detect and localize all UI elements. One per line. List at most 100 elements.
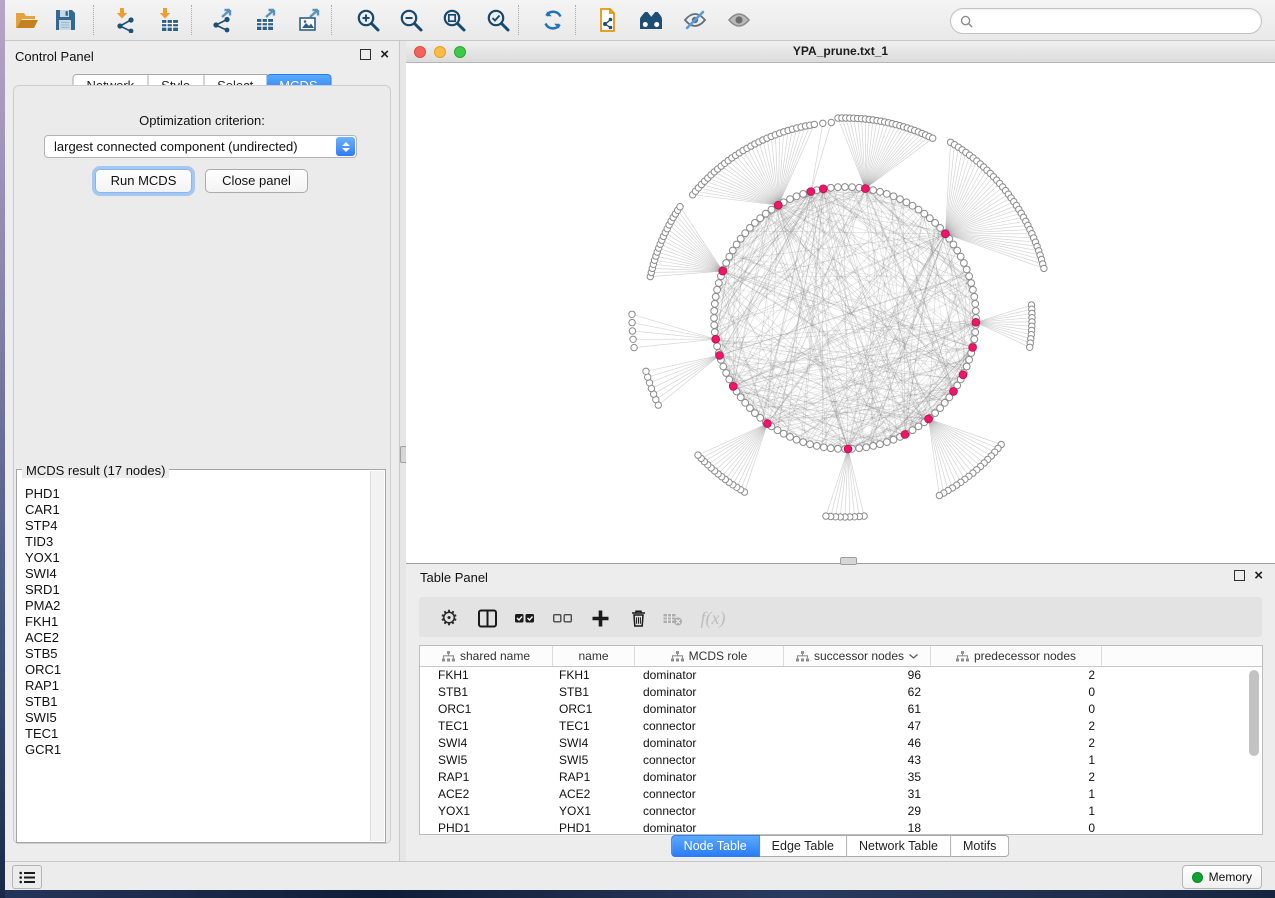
table-row[interactable]: SWI4SWI4dominator462 xyxy=(420,735,1262,752)
network-node[interactable] xyxy=(711,329,718,336)
network-node[interactable] xyxy=(835,445,842,452)
network-node[interactable] xyxy=(966,273,973,280)
network-node[interactable] xyxy=(793,436,800,443)
mcds-result-item[interactable]: PHD1 xyxy=(25,486,385,502)
network-node[interactable] xyxy=(870,443,877,450)
network-node[interactable] xyxy=(890,193,897,200)
select-all-icon[interactable] xyxy=(512,606,536,630)
table-row[interactable]: STB1STB1dominator620 xyxy=(420,684,1262,701)
network-node[interactable] xyxy=(870,187,877,194)
network-node[interactable] xyxy=(677,204,683,210)
network-node[interactable] xyxy=(716,352,724,360)
network-node[interactable] xyxy=(828,119,834,125)
mcds-result-scrollbar[interactable] xyxy=(370,471,384,841)
show-all-icon[interactable] xyxy=(725,6,753,34)
network-node[interactable] xyxy=(961,260,968,267)
column-header-predecessor-nodes[interactable]: predecessor nodes xyxy=(931,646,1102,666)
tab-motifs[interactable]: Motifs xyxy=(951,835,1009,857)
memory-button[interactable]: Memory xyxy=(1182,865,1262,889)
table-row[interactable]: TEC1TEC1connector472 xyxy=(420,718,1262,735)
import-network-icon[interactable] xyxy=(111,6,139,34)
table-row[interactable]: ORC1ORC1dominator610 xyxy=(420,701,1262,718)
network-node[interactable] xyxy=(823,513,829,519)
network-window-titlebar[interactable]: YPA_prune.txt_1 xyxy=(406,41,1275,63)
network-node[interactable] xyxy=(827,445,834,452)
network-node[interactable] xyxy=(820,444,827,451)
network-node[interactable] xyxy=(925,415,933,423)
optimization-criterion-select[interactable]: largest connected component (undirected) xyxy=(44,135,357,158)
show-columns-icon[interactable] xyxy=(475,606,499,630)
network-node[interactable] xyxy=(715,280,722,287)
network-node[interactable] xyxy=(720,363,727,370)
network-node[interactable] xyxy=(971,293,978,300)
network-node[interactable] xyxy=(807,441,814,448)
table-row[interactable]: YOX1YOX1connector291 xyxy=(420,803,1262,820)
mcds-result-item[interactable]: CAR1 xyxy=(25,502,385,518)
network-node[interactable] xyxy=(972,300,979,307)
network-node[interactable] xyxy=(813,443,820,450)
network-node[interactable] xyxy=(959,371,967,379)
network-node[interactable] xyxy=(877,441,884,448)
network-node[interactable] xyxy=(1027,344,1033,350)
mcds-result-item[interactable]: YOX1 xyxy=(25,550,385,566)
show-panels-list-button[interactable] xyxy=(12,865,42,889)
network-node[interactable] xyxy=(629,319,635,325)
network-node[interactable] xyxy=(835,184,842,191)
network-node[interactable] xyxy=(819,185,827,193)
table-row[interactable]: FKH1FKH1dominator962 xyxy=(420,667,1262,684)
network-node[interactable] xyxy=(726,376,733,383)
network-node[interactable] xyxy=(897,196,904,203)
mcds-result-item[interactable]: ACE2 xyxy=(25,630,385,646)
mcds-result-item[interactable]: TEC1 xyxy=(25,726,385,742)
column-header-shared-name[interactable]: shared name xyxy=(420,646,553,666)
network-node[interactable] xyxy=(719,267,727,275)
network-node[interactable] xyxy=(849,184,856,191)
network-node[interactable] xyxy=(712,335,720,343)
network-node[interactable] xyxy=(793,193,800,200)
network-node[interactable] xyxy=(827,184,834,191)
network-node[interactable] xyxy=(890,436,897,443)
network-node[interactable] xyxy=(787,196,794,203)
mcds-result-item[interactable]: PMA2 xyxy=(25,598,385,614)
mcds-result-item[interactable]: SRD1 xyxy=(25,582,385,598)
network-node[interactable] xyxy=(856,445,863,452)
table-mode-settings-icon[interactable]: ⚙ xyxy=(437,606,461,630)
network-node[interactable] xyxy=(811,121,817,127)
network-node[interactable] xyxy=(723,370,730,377)
delete-columns-icon[interactable] xyxy=(626,606,650,630)
column-header-successor-nodes[interactable]: successor nodes xyxy=(784,646,931,666)
network-node[interactable] xyxy=(971,336,978,343)
network-node[interactable] xyxy=(820,120,826,126)
refresh-view-icon[interactable] xyxy=(539,6,567,34)
network-node[interactable] xyxy=(861,185,869,193)
network-node[interactable] xyxy=(963,363,970,370)
network-node[interactable] xyxy=(842,184,849,191)
network-node[interactable] xyxy=(695,452,701,458)
save-session-icon[interactable] xyxy=(51,6,79,34)
network-node[interactable] xyxy=(942,230,950,238)
network-node[interactable] xyxy=(711,322,718,329)
close-panel-icon[interactable]: × xyxy=(1254,570,1263,581)
mcds-result-item[interactable]: STB5 xyxy=(25,646,385,662)
network-node[interactable] xyxy=(787,434,794,441)
network-node[interactable] xyxy=(711,315,718,322)
mcds-result-item[interactable]: FKH1 xyxy=(25,614,385,630)
network-node[interactable] xyxy=(631,344,637,350)
export-image-icon[interactable] xyxy=(295,6,323,34)
mcds-result-item[interactable]: STB1 xyxy=(25,694,385,710)
search-box[interactable] xyxy=(950,8,1262,34)
network-node[interactable] xyxy=(877,188,884,195)
network-node[interactable] xyxy=(883,191,890,198)
mcds-result-item[interactable]: SWI5 xyxy=(25,710,385,726)
open-session-icon[interactable] xyxy=(13,6,41,34)
column-header-MCDS-role[interactable]: MCDS role xyxy=(635,646,784,666)
mcds-result-item[interactable]: SWI4 xyxy=(25,566,385,582)
network-node[interactable] xyxy=(936,492,942,498)
network-node[interactable] xyxy=(630,336,636,342)
network-node[interactable] xyxy=(863,444,870,451)
zoom-fit-icon[interactable] xyxy=(440,6,468,34)
zoom-out-icon[interactable] xyxy=(397,6,425,34)
network-node[interactable] xyxy=(714,343,721,350)
network-node[interactable] xyxy=(800,191,807,198)
network-node[interactable] xyxy=(966,356,973,363)
